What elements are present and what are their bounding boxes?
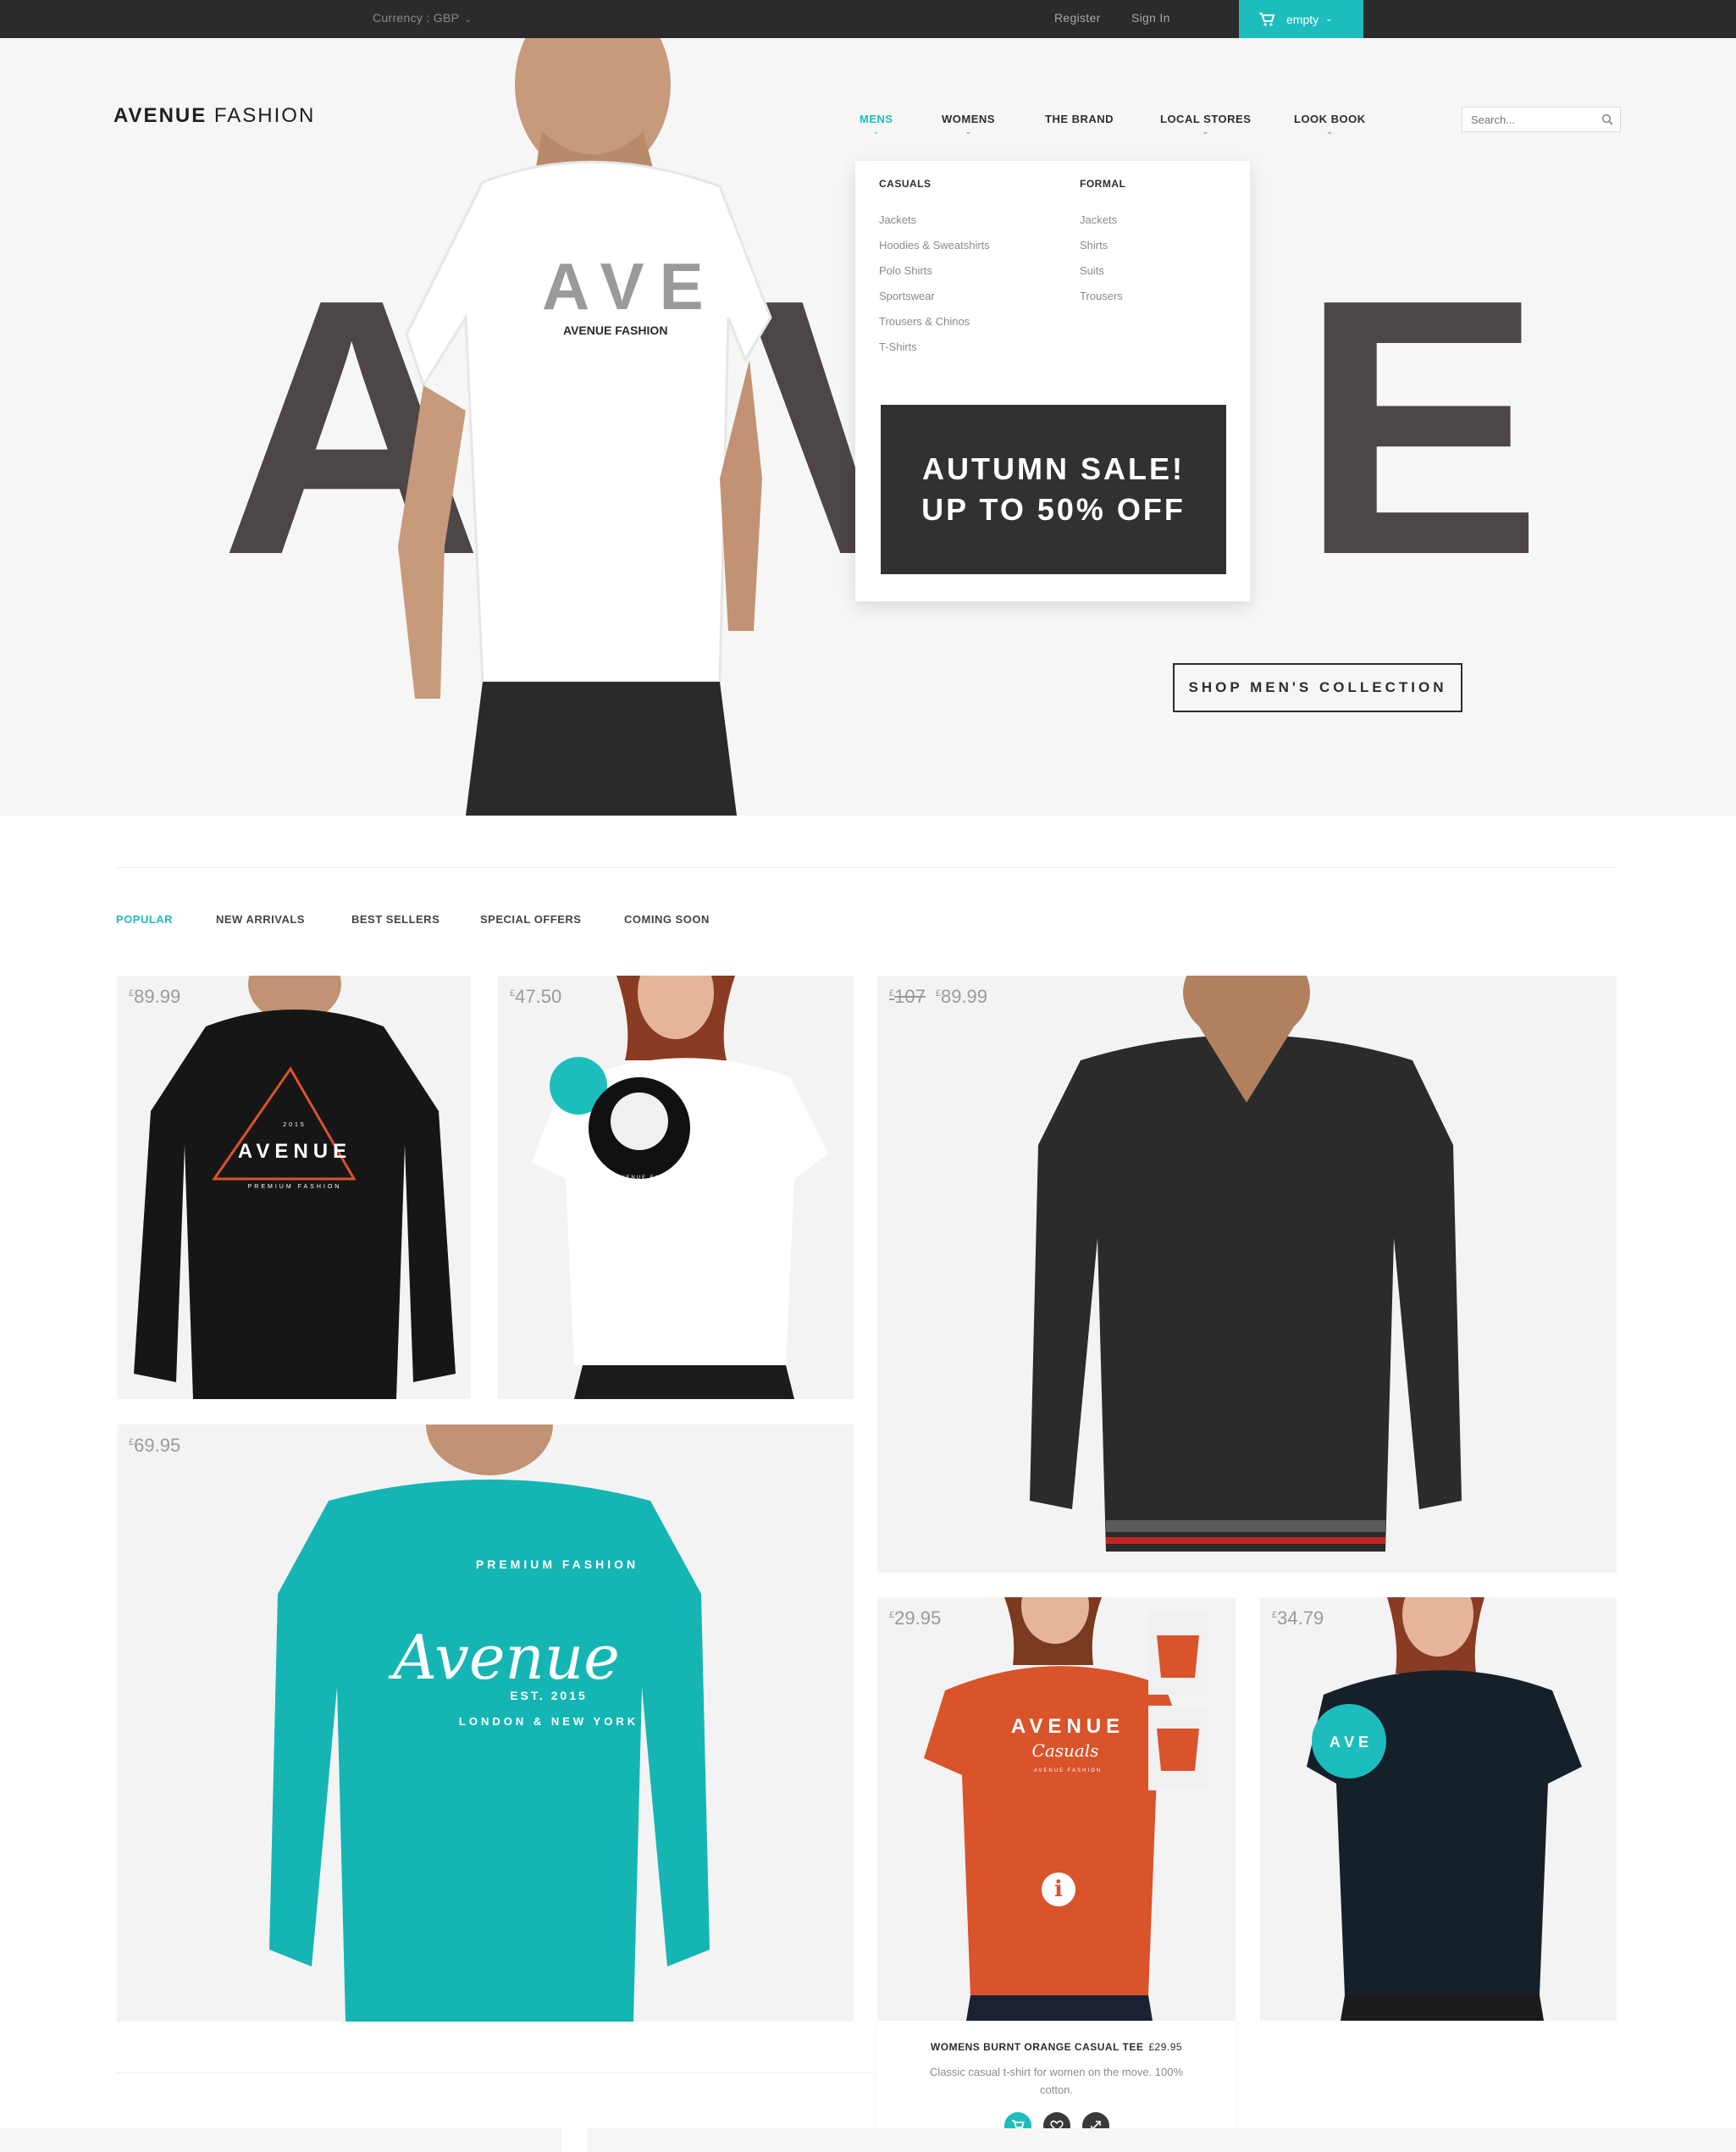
nav-item-look-book[interactable]: LOOK BOOK ⌄ [1294,113,1366,136]
svg-text:A V E: A V E [1330,1734,1368,1751]
nav-label: THE BRAND [1045,113,1114,125]
site-logo[interactable]: AVENUE FASHION [113,104,315,128]
nav-item-local-stores[interactable]: LOCAL STORES ⌄ [1160,113,1251,136]
menu-item-shirts[interactable]: Shirts [1080,239,1125,264]
nav-item-womens[interactable]: WOMENS ⌄ [942,113,995,136]
top-bar: Currency : GBP ⌄ Register Sign In empty ⌄ [0,0,1736,38]
tab-new-arrivals[interactable]: NEW ARRIVALS [216,913,305,926]
search-icon[interactable] [1601,113,1613,125]
menu-item-polo-shirts[interactable]: Polo Shirts [879,264,990,290]
product-card[interactable]: £29.95 AVENUE Casuals AVENUE FASHION i [877,1597,1236,2021]
nav-item-mens[interactable]: MENS ⌄ [860,113,893,136]
product-price: £89.99 [129,986,181,1007]
svg-text:Avenue: Avenue [388,1622,620,1693]
product-image: AVENUE FASHION [532,976,828,1399]
chevron-down-icon: ⌄ [872,127,880,136]
cart-button[interactable]: empty ⌄ [1239,0,1363,38]
promo-line-1: AUTUMN SALE! [922,451,1185,486]
old-price: 107 [894,986,926,1007]
register-link[interactable]: Register [1054,11,1101,25]
chevron-down-icon: ⌄ [464,15,472,25]
mega-column-formal: FORMAL Jackets Shirts Suits Trousers [1080,178,1125,315]
chevron-down-icon: ⌄ [965,127,972,136]
product-image: AVENUE Casuals AVENUE FASHION [924,1597,1208,2021]
svg-text:PREMIUM FASHION: PREMIUM FASHION [476,1557,639,1571]
svg-text:AVENUE: AVENUE [238,1140,351,1163]
product-card[interactable]: £89.99 AVENUE 2015 PREMIUM FASHION [117,976,471,1399]
detail-price: £29.95 [1148,2041,1183,2053]
nav-label: MENS [860,113,893,125]
shop-mens-collection-button[interactable]: SHOP MEN'S COLLECTION [1173,663,1462,712]
tab-special-offers[interactable]: SPECIAL OFFERS [480,913,581,926]
search-box [1462,107,1621,132]
menu-item-jackets[interactable]: Jackets [879,213,990,239]
menu-item-t-shirts[interactable]: T-Shirts [879,340,990,366]
promo-line-2: UP TO 50% OFF [921,492,1186,527]
nav-item-the-brand[interactable]: THE BRAND [1045,113,1114,125]
svg-text:AVENUE FASHION: AVENUE FASHION [1034,1768,1102,1773]
svg-text:EST. 2015: EST. 2015 [510,1689,588,1702]
product-price: £47.50 [510,986,562,1007]
mega-heading-casuals: CASUALS [879,178,932,190]
svg-text:AVENUE: AVENUE [1011,1715,1125,1738]
menu-item-sportswear[interactable]: Sportswear [879,290,990,315]
product-image: AVENUE 2015 PREMIUM FASHION [134,976,456,1399]
product-card[interactable]: £107 £89.99 [877,976,1617,1573]
hero-model-image: AVE AVENUE FASHION [398,38,772,816]
menu-item-suits[interactable]: Suits [1080,264,1125,290]
sign-in-link[interactable]: Sign In [1131,11,1170,25]
product-price: £34.79 [1272,1607,1324,1629]
product-image [1030,976,1462,1552]
footer-block [587,2128,1736,2152]
section-divider [116,867,1617,868]
currency-selector[interactable]: Currency : GBP ⌄ [373,11,472,25]
nav-label: LOCAL STORES [1160,113,1252,125]
menu-item-trousers-chinos[interactable]: Trousers & Chinos [879,315,990,340]
product-image: A V E [1307,1597,1582,2021]
hero-banner: A V E AVE AVENUE FASHION AVENUE FASHION … [0,38,1736,816]
cart-icon [1259,12,1274,26]
section-divider [116,2072,873,2073]
logo-bold: AVENUE [113,104,207,127]
tab-popular[interactable]: POPULAR [116,913,173,926]
svg-text:LONDON & NEW YORK: LONDON & NEW YORK [459,1715,639,1728]
product-name: WOMENS BURNT ORANGE CASUAL TEE £29.95 [930,2041,1183,2053]
nav-label: LOOK BOOK [1294,113,1366,125]
chevron-down-icon: ⌄ [1326,127,1334,136]
product-price: £107 £89.99 [889,986,988,1007]
menu-item-hoodies[interactable]: Hoodies & Sweatshirts [879,239,990,264]
chevron-down-icon: ⌄ [1202,127,1209,136]
svg-text:PREMIUM FASHION: PREMIUM FASHION [248,1184,342,1190]
currency-label: Currency : GBP [373,11,460,25]
mens-mega-menu: CASUALS Jackets Hoodies & Sweatshirts Po… [855,161,1250,601]
product-price: £69.95 [129,1435,181,1456]
nav-label: WOMENS [942,113,995,125]
svg-text:Casuals: Casuals [1032,1740,1099,1761]
svg-text:AVENUE FASHION: AVENUE FASHION [616,1176,684,1181]
hero-shirt-print: AVENUE FASHION [563,324,667,337]
cart-status: empty [1286,12,1319,26]
search-input[interactable] [1462,108,1589,131]
product-card[interactable]: £69.95 PREMIUM FASHION Avenue EST. 2015 … [117,1425,854,2022]
hero-letter-e: E [1300,224,1543,631]
menu-item-formal-jackets[interactable]: Jackets [1080,213,1125,239]
product-image: PREMIUM FASHION Avenue EST. 2015 LONDON … [269,1425,710,2022]
info-icon[interactable]: i [1042,1873,1075,1906]
tab-coming-soon[interactable]: COMING SOON [624,913,710,926]
footer-block [0,2128,561,2152]
svg-text:2015: 2015 [283,1122,307,1128]
product-description: Classic casual t-shirt for women on the … [929,2066,1184,2096]
mega-heading-formal: FORMAL [1080,178,1126,190]
tab-best-sellers[interactable]: BEST SELLERS [351,913,440,926]
logo-light: FASHION [207,104,316,127]
svg-text:AVE: AVE [542,249,719,324]
product-card[interactable]: £47.50 AVENUE FASHION [498,976,854,1399]
menu-item-trousers[interactable]: Trousers [1080,290,1125,315]
chevron-down-icon: ⌄ [1325,14,1333,24]
product-card[interactable]: £34.79 A V E [1260,1597,1617,2021]
mega-column-casuals: CASUALS Jackets Hoodies & Sweatshirts Po… [879,178,990,366]
autumn-sale-promo[interactable]: AUTUMN SALE! UP TO 50% OFF [881,405,1226,574]
product-price: £29.95 [889,1607,942,1629]
